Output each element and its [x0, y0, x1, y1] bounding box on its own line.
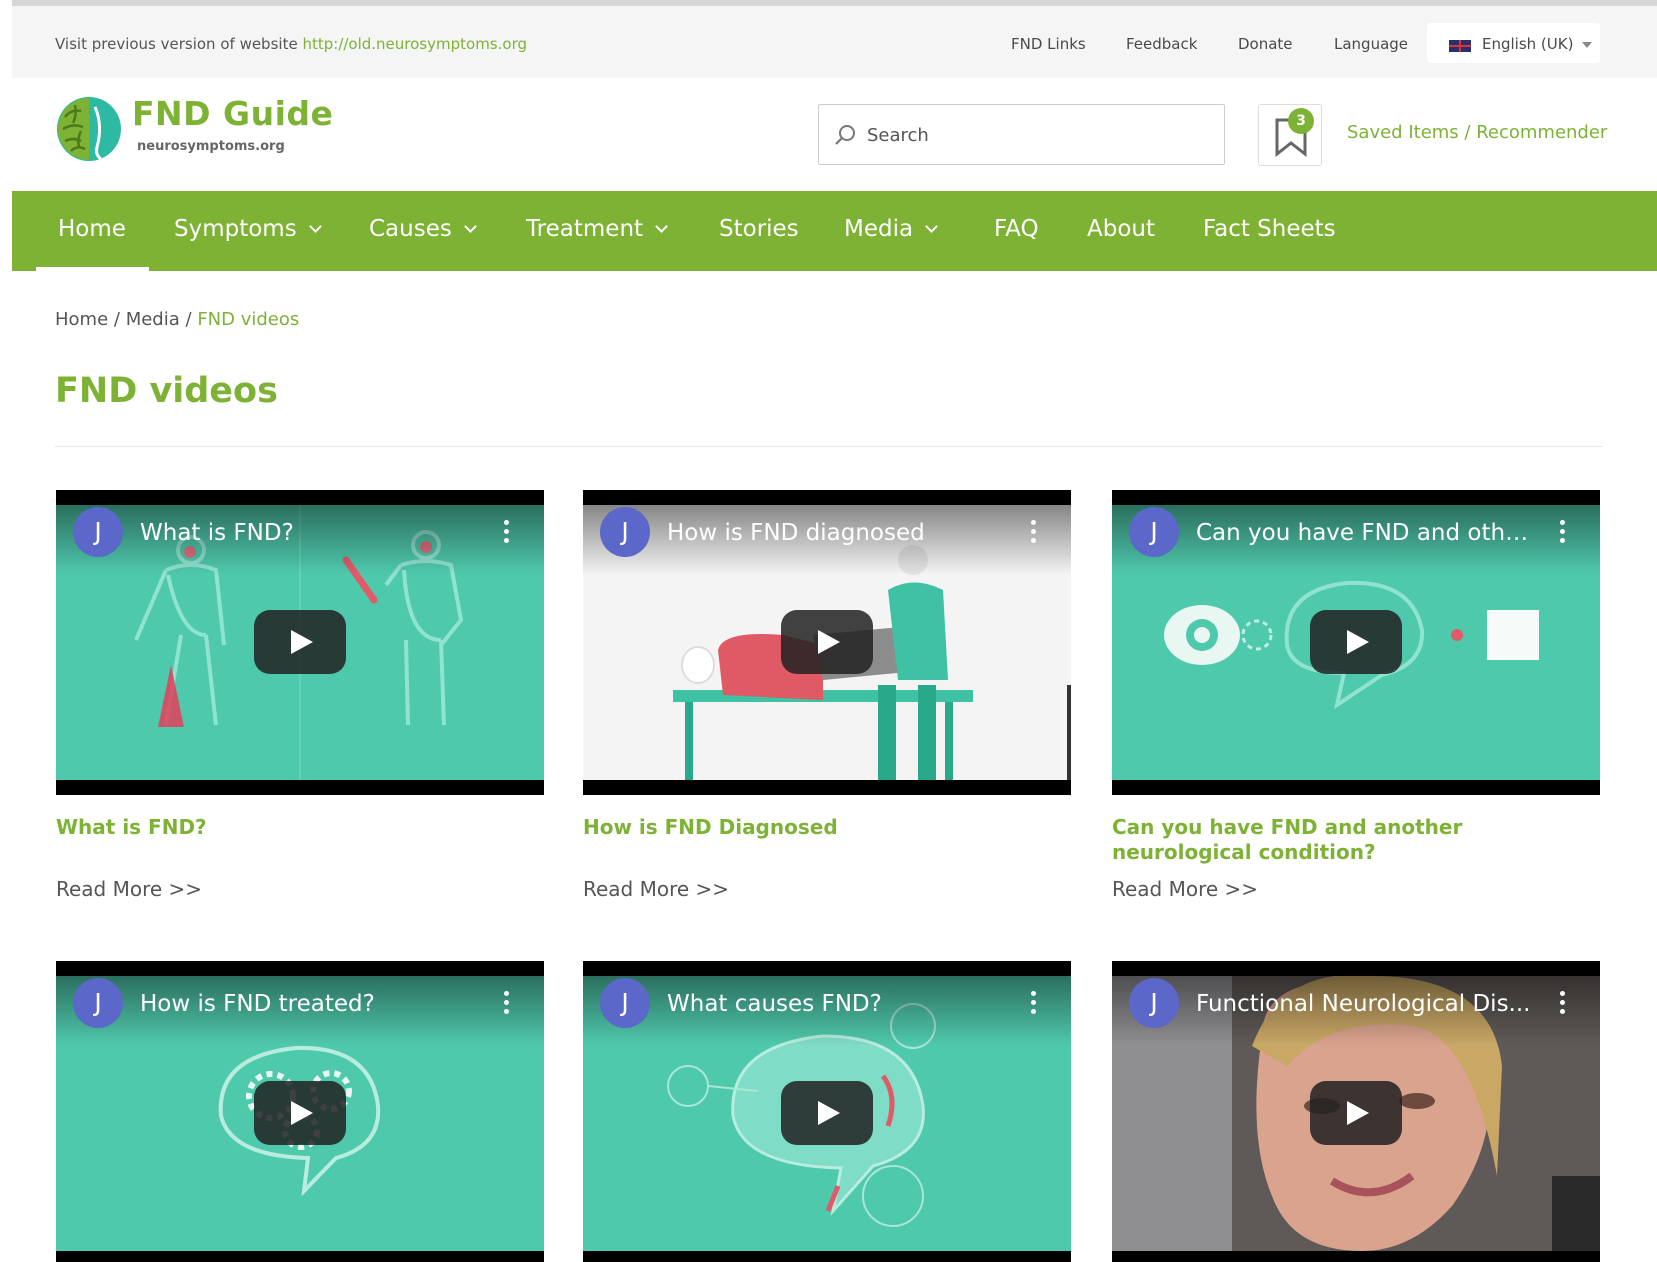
nav-media-label: Media — [844, 216, 914, 242]
nav-active-indicator — [36, 267, 149, 271]
play-button-icon[interactable] — [781, 1081, 873, 1145]
more-options-icon[interactable] — [496, 991, 516, 1019]
language-value: English (UK) — [1482, 35, 1574, 53]
breadcrumb-current: FND videos — [197, 309, 300, 330]
window-left-margin — [0, 0, 12, 1262]
fnd-links-link[interactable]: FND Links — [1011, 35, 1086, 53]
channel-avatar[interactable]: J — [73, 507, 123, 557]
language-select[interactable]: English (UK) — [1427, 23, 1600, 63]
utility-bar: Visit previous version of website http:/… — [12, 6, 1657, 78]
saved-items-link[interactable]: Saved Items / Recommender — [1347, 122, 1607, 143]
nav-faq[interactable]: FAQ — [994, 216, 1039, 242]
video-embedded-title[interactable]: What causes FND? — [667, 991, 1007, 1017]
nav-causes-label: Causes — [369, 216, 452, 242]
main-nav: Home Symptoms Causes Treatment Stories M… — [12, 191, 1657, 271]
channel-avatar[interactable]: J — [1129, 507, 1179, 557]
play-button-icon[interactable] — [1310, 610, 1402, 674]
video-card-title[interactable]: How is FND Diagnosed — [583, 815, 1071, 840]
video-player[interactable]: J How is FND diagnosed — [583, 490, 1071, 795]
video-player[interactable]: J Functional Neurological Dis... — [1112, 961, 1600, 1262]
more-options-icon[interactable] — [1023, 520, 1043, 548]
read-more-link[interactable]: Read More >> — [56, 877, 202, 901]
chevron-down-icon — [308, 220, 322, 233]
previous-version-notice: Visit previous version of website http:/… — [55, 35, 527, 53]
play-button-icon[interactable] — [254, 1081, 346, 1145]
nav-home[interactable]: Home — [58, 216, 126, 242]
channel-avatar[interactable]: J — [600, 978, 650, 1028]
nav-causes[interactable]: Causes — [369, 216, 477, 242]
read-more-link[interactable]: Read More >> — [1112, 877, 1258, 901]
video-card-title[interactable]: Can you have FND and another neurologica… — [1112, 815, 1600, 865]
uk-flag-icon — [1449, 40, 1471, 52]
video-embedded-title[interactable]: How is FND treated? — [140, 991, 480, 1017]
video-embedded-title[interactable]: Functional Neurological Dis... — [1196, 991, 1536, 1017]
play-button-icon[interactable] — [1310, 1081, 1402, 1145]
page-title: FND videos — [55, 371, 278, 411]
breadcrumb-separator: / — [113, 309, 120, 330]
brain-logo-icon[interactable] — [55, 95, 123, 163]
video-player[interactable]: J What causes FND? — [583, 961, 1071, 1262]
video-player[interactable]: J How is FND treated? — [56, 961, 544, 1262]
search-icon — [835, 125, 855, 145]
nav-symptoms[interactable]: Symptoms — [174, 216, 322, 242]
nav-fact-sheets-label: Fact Sheets — [1203, 216, 1336, 242]
feedback-link[interactable]: Feedback — [1126, 35, 1197, 53]
nav-about-label: About — [1087, 216, 1156, 242]
more-options-icon[interactable] — [496, 520, 516, 548]
channel-avatar[interactable]: J — [1129, 978, 1179, 1028]
chevron-down-icon — [925, 220, 938, 233]
site-logo-title[interactable]: FND Guide — [132, 94, 333, 133]
video-embedded-title[interactable]: What is FND? — [140, 520, 480, 546]
search-input[interactable] — [867, 119, 1207, 151]
nav-treatment[interactable]: Treatment — [526, 216, 668, 242]
breadcrumb: Home / Media / FND videos — [55, 309, 299, 330]
breadcrumb-home[interactable]: Home — [55, 309, 108, 330]
search-box[interactable] — [818, 104, 1225, 165]
video-card-title[interactable]: What is FND? — [56, 815, 544, 840]
more-options-icon[interactable] — [1552, 520, 1572, 548]
channel-avatar[interactable]: J — [73, 978, 123, 1028]
read-more-link[interactable]: Read More >> — [583, 877, 729, 901]
previous-version-text: Visit previous version of website — [55, 35, 298, 53]
nav-about[interactable]: About — [1087, 216, 1155, 242]
video-embedded-title[interactable]: How is FND diagnosed — [667, 520, 1007, 546]
saved-count-badge: 3 — [1288, 108, 1314, 134]
nav-home-label: Home — [58, 216, 126, 242]
more-options-icon[interactable] — [1552, 991, 1572, 1019]
play-button-icon[interactable] — [254, 610, 346, 674]
video-embedded-title[interactable]: Can you have FND and othe... — [1196, 520, 1536, 546]
video-player[interactable]: J Can you have FND and othe... — [1112, 490, 1600, 795]
previous-version-link[interactable]: http://old.neurosymptoms.org — [302, 35, 527, 53]
video-player[interactable]: J What is FND? — [56, 490, 544, 795]
nav-faq-label: FAQ — [994, 216, 1039, 242]
more-options-icon[interactable] — [1023, 991, 1043, 1019]
nav-stories[interactable]: Stories — [719, 216, 799, 242]
caret-down-icon — [1582, 42, 1592, 48]
site-logo-subtitle: neurosymptoms.org — [137, 139, 285, 154]
chevron-down-icon — [655, 220, 668, 233]
nav-symptoms-label: Symptoms — [174, 216, 297, 242]
breadcrumb-separator: / — [185, 309, 192, 330]
chevron-down-icon — [463, 220, 477, 233]
nav-fact-sheets[interactable]: Fact Sheets — [1203, 216, 1336, 242]
nav-stories-label: Stories — [719, 216, 799, 242]
play-button-icon[interactable] — [781, 610, 873, 674]
donate-link[interactable]: Donate — [1238, 35, 1293, 53]
title-divider — [55, 446, 1602, 447]
language-label: Language — [1334, 35, 1409, 53]
nav-media[interactable]: Media — [844, 216, 938, 242]
breadcrumb-media[interactable]: Media — [126, 309, 180, 330]
nav-treatment-label: Treatment — [526, 216, 644, 242]
channel-avatar[interactable]: J — [600, 507, 650, 557]
